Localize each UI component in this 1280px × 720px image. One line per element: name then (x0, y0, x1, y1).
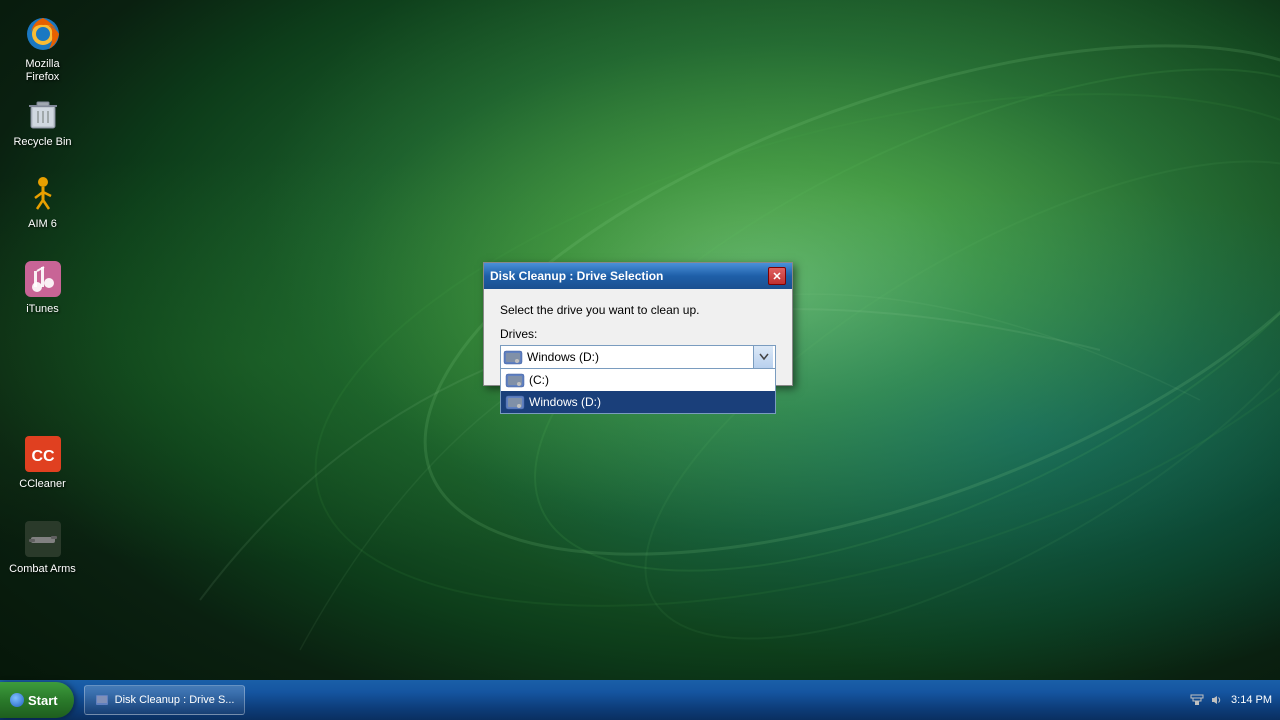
start-button[interactable]: Start (0, 682, 74, 718)
c-drive-label: (C:) (529, 373, 549, 387)
dialog-instruction: Select the drive you want to clean up. (500, 303, 776, 317)
dialog-close-button[interactable]: ✕ (768, 267, 786, 285)
diskcleanup-taskbar-icon (95, 693, 109, 707)
desktop-icon-firefox[interactable]: Mozilla Firefox (5, 10, 80, 88)
dropdown-option-d[interactable]: Windows (D:) (501, 391, 775, 413)
desktop-icon-combat[interactable]: Combat Arms (5, 515, 80, 580)
recycle-label: Recycle Bin (13, 136, 71, 149)
start-orb (10, 693, 24, 707)
desktop-icon-aim[interactable]: AIM 6 (5, 170, 80, 235)
itunes-label: iTunes (26, 303, 59, 316)
d-drive-label: Windows (D:) (529, 395, 601, 409)
taskbar-right: 3:14 PM (1181, 692, 1280, 708)
disk-cleanup-dialog: Disk Cleanup : Drive Selection ✕ Select … (483, 262, 793, 386)
selected-drive-text: Windows (D:) (527, 350, 753, 364)
dropdown-option-c[interactable]: (C:) (501, 369, 775, 391)
c-drive-icon (505, 370, 525, 390)
combat-icon-image (23, 519, 63, 559)
taskbar-diskcleanup-label: Disk Cleanup : Drive S... (115, 694, 235, 706)
recycle-icon-image (23, 92, 63, 132)
tray-volume-icon (1209, 692, 1225, 708)
volume-icon (1210, 693, 1224, 707)
drives-dropdown[interactable]: Windows (D:) (500, 345, 776, 369)
ccleaner-label: CCleaner (19, 478, 65, 491)
aim-label: AIM 6 (28, 218, 57, 231)
chevron-down-icon (759, 353, 769, 361)
combat-label: Combat Arms (9, 563, 76, 576)
ccleaner-icon-image: CC (23, 434, 63, 474)
system-clock: 3:14 PM (1231, 694, 1272, 706)
itunes-icon-image (23, 259, 63, 299)
aim-icon-image (23, 174, 63, 214)
taskbar-items: Disk Cleanup : Drive S... (80, 685, 1181, 715)
svg-text:CC: CC (31, 448, 55, 465)
drives-label: Drives: (500, 327, 776, 341)
firefox-label: Mozilla Firefox (9, 58, 76, 84)
dialog-body: Select the drive you want to clean up. D… (484, 289, 792, 385)
drives-dropdown-container: Windows (D:) (500, 345, 776, 369)
start-label: Start (28, 693, 58, 708)
dialog-title: Disk Cleanup : Drive Selection (490, 269, 663, 283)
firefox-icon-image (23, 14, 63, 54)
drives-dropdown-list: (C:) Windows (D:) (500, 369, 776, 414)
desktop: Mozilla Firefox Recycle Bin (0, 0, 1280, 720)
dropdown-arrow[interactable] (753, 346, 773, 368)
network-icon (1190, 693, 1204, 707)
tray-network-icon (1189, 692, 1205, 708)
taskbar: Start Disk Cleanup : Drive S... (0, 680, 1280, 720)
desktop-icon-ccleaner[interactable]: CC CCleaner (5, 430, 80, 495)
desktop-icon-recycle[interactable]: Recycle Bin (5, 88, 80, 153)
taskbar-item-diskcleanup[interactable]: Disk Cleanup : Drive S... (84, 685, 246, 715)
system-tray (1189, 692, 1225, 708)
desktop-icon-itunes[interactable]: iTunes (5, 255, 80, 320)
drive-icon-selected (503, 347, 523, 367)
dialog-titlebar: Disk Cleanup : Drive Selection ✕ (484, 263, 792, 289)
d-drive-icon (505, 392, 525, 412)
